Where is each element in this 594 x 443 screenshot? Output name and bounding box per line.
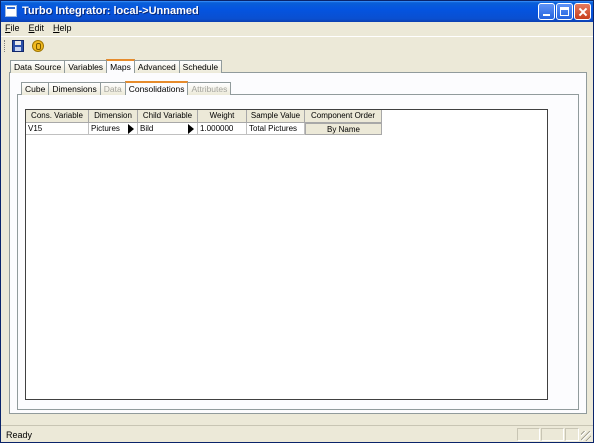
main-tab-strip: Data Source Variables Maps Advanced Sche… xyxy=(10,59,223,73)
tab-schedule[interactable]: Schedule xyxy=(178,60,223,73)
close-button[interactable] xyxy=(574,3,591,20)
title-bar[interactable]: Turbo Integrator: local->Unnamed xyxy=(1,1,593,22)
grid-header: Cons. Variable Dimension Child Variable … xyxy=(26,110,382,123)
subtab-attributes: Attributes xyxy=(187,82,232,95)
menu-edit[interactable]: Edit xyxy=(29,22,45,35)
status-pane xyxy=(541,428,564,441)
subtab-cube[interactable]: Cube xyxy=(21,82,50,95)
column-header-cons-variable[interactable]: Cons. Variable xyxy=(26,110,89,123)
status-pane xyxy=(565,428,579,441)
dimension-value: Pictures xyxy=(91,124,120,133)
maximize-button[interactable] xyxy=(556,3,573,20)
save-button[interactable] xyxy=(11,39,25,53)
window-title: Turbo Integrator: local->Unnamed xyxy=(22,5,199,17)
floppy-disk-icon xyxy=(12,40,24,52)
cell-cons-variable[interactable]: V15 xyxy=(26,123,89,135)
menu-file[interactable]: File xyxy=(5,22,20,35)
status-text: Ready xyxy=(6,430,33,440)
app-icon xyxy=(5,5,17,17)
tab-advanced[interactable]: Advanced xyxy=(133,60,180,73)
column-header-dimension[interactable]: Dimension xyxy=(89,110,138,123)
minimize-button[interactable] xyxy=(538,3,555,20)
tab-data-source[interactable]: Data Source xyxy=(10,60,66,73)
run-button[interactable] xyxy=(31,39,45,53)
column-header-weight[interactable]: Weight xyxy=(198,110,247,123)
child-variable-dropdown[interactable]: Bild xyxy=(138,123,198,135)
subtab-data: Data xyxy=(99,82,126,95)
menu-help[interactable]: Help xyxy=(53,22,72,35)
subtab-consolidations[interactable]: Consolidations xyxy=(124,81,189,95)
status-bar: Ready xyxy=(1,425,593,442)
subtab-dimensions[interactable]: Dimensions xyxy=(48,82,101,95)
dimension-dropdown[interactable]: Pictures xyxy=(89,123,138,135)
child-variable-value: Bild xyxy=(140,124,154,133)
toolbar xyxy=(1,36,593,54)
gear-run-icon xyxy=(32,40,44,52)
column-header-sample-value[interactable]: Sample Value xyxy=(247,110,305,123)
tab-variables[interactable]: Variables xyxy=(64,60,108,73)
turbo-integrator-window: Turbo Integrator: local->Unnamed File Ed… xyxy=(0,0,594,443)
cell-weight[interactable]: 1.000000 xyxy=(198,123,247,135)
component-order-button[interactable]: By Name xyxy=(305,123,382,135)
resize-grip-icon[interactable] xyxy=(581,431,591,441)
toolbar-grip[interactable] xyxy=(4,40,7,52)
sub-tab-strip: Cube Dimensions Data Consolidations Attr… xyxy=(21,81,232,95)
tab-maps[interactable]: Maps xyxy=(106,59,135,73)
menu-bar: File Edit Help xyxy=(1,22,593,35)
table-row: V15 Pictures Bild 1.000000 Total Picture… xyxy=(26,123,382,135)
cell-sample-value[interactable]: Total Pictures xyxy=(247,123,305,135)
dropdown-arrow-icon[interactable] xyxy=(128,124,134,134)
status-pane xyxy=(517,428,540,441)
dropdown-arrow-icon[interactable] xyxy=(188,124,194,134)
column-header-component-order[interactable]: Component Order xyxy=(305,110,382,123)
consolidations-grid[interactable]: Cons. Variable Dimension Child Variable … xyxy=(25,109,548,400)
column-header-child-variable[interactable]: Child Variable xyxy=(138,110,198,123)
